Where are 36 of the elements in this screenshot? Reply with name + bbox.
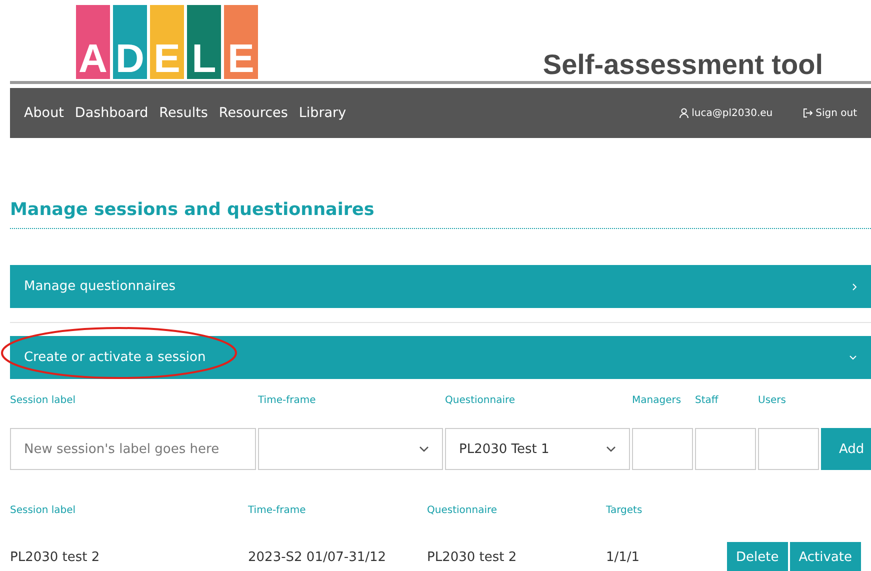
- nav-link[interactable]: Results: [159, 105, 208, 121]
- nav-link[interactable]: Dashboard: [74, 105, 148, 121]
- sign-out-icon: [802, 108, 813, 118]
- nav-link[interactable]: About: [24, 105, 64, 121]
- input-field[interactable]: [632, 428, 693, 470]
- column-header: Targets: [606, 505, 644, 518]
- table-cell-text: PL2030 test 2: [10, 550, 101, 564]
- nav-link[interactable]: Resources: [218, 105, 288, 121]
- table-cell-text: PL2030 test 2: [427, 550, 518, 564]
- input-field[interactable]: [695, 428, 756, 470]
- table-cell-text: 1/1/1: [606, 550, 641, 564]
- input-field[interactable]: [758, 428, 819, 470]
- field-label: Users: [758, 394, 788, 408]
- table-cell-text: 2023-S2 01/07-31/12: [248, 550, 388, 564]
- column-header: Time-frame: [248, 505, 307, 518]
- user-icon: [678, 108, 689, 118]
- field-label: Managers: [632, 394, 682, 408]
- column-header: Session label: [10, 505, 77, 518]
- field-label: Questionnaire: [445, 394, 516, 408]
- logo: A D E L E: [76, 5, 258, 79]
- input-field[interactable]: New session's label goes here: [10, 428, 256, 470]
- select-field[interactable]: PL2030 Test 1: [445, 428, 630, 470]
- chevron-down-icon: [849, 355, 857, 360]
- page-heading: Manage sessions and questionnaires: [10, 200, 871, 229]
- field-label: Staff: [695, 394, 720, 408]
- field-label: Session label: [10, 394, 77, 408]
- field-label: Time-frame: [258, 394, 317, 408]
- chevron-right-icon: [852, 282, 857, 290]
- column-header: Questionnaire: [427, 505, 498, 518]
- chevron-down-icon: [419, 446, 429, 452]
- user-link[interactable]: luca@pl2030.eu: [678, 108, 773, 118]
- sign-out-link[interactable]: Sign out: [802, 108, 857, 118]
- app-title: Self-assessment tool: [542, 49, 823, 81]
- chevron-down-icon: [606, 446, 616, 452]
- nav-link[interactable]: Library: [298, 105, 346, 121]
- select-field[interactable]: [258, 428, 443, 470]
